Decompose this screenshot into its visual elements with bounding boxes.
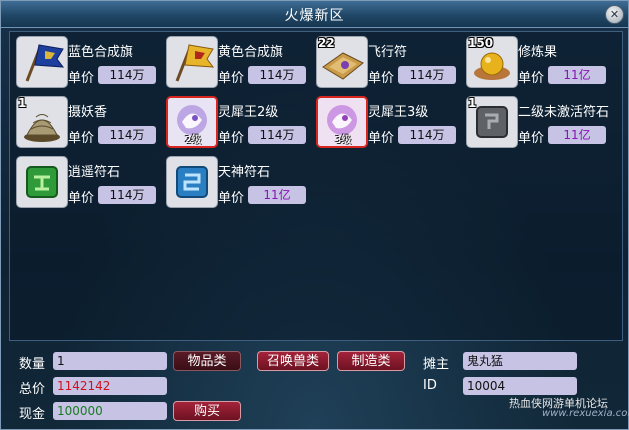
total-price-value: 1142142: [53, 377, 167, 395]
spirit-rhino-icon: 3级: [316, 96, 368, 148]
owner-label: 摊主: [423, 357, 450, 372]
level-badge: 3级: [335, 135, 352, 146]
green-runestone-icon: [16, 156, 68, 208]
blue-runestone-icon: [166, 156, 218, 208]
item-quantity: 150: [468, 36, 494, 50]
tab-items[interactable]: 物品类: [173, 351, 241, 371]
item-price: 114万: [248, 126, 306, 144]
item-slot-7[interactable]: 1 二级未激活符石 单价 11亿: [466, 96, 616, 156]
item-slot-9[interactable]: 天神符石 单价 11亿: [166, 156, 316, 216]
title-bar[interactable]: 火爆新区 ✕: [1, 1, 628, 28]
item-slot-8[interactable]: 逍遥符石 单价 114万: [16, 156, 166, 216]
item-grid: 蓝色合成旗 单价 114万 黄色合成旗 单价 114万 22 飞行符 单价 11…: [9, 31, 623, 341]
total-label: 总价: [19, 382, 46, 397]
price-label: 单价: [518, 71, 545, 86]
buy-button[interactable]: 购买: [173, 401, 241, 421]
id-label: ID: [423, 378, 437, 393]
item-slot-1[interactable]: 黄色合成旗 单价 114万: [166, 36, 316, 96]
price-label: 单价: [368, 131, 395, 146]
item-slot-0[interactable]: 蓝色合成旗 单价 114万: [16, 36, 166, 96]
cash-label: 现金: [19, 407, 46, 422]
item-name: 飞行符: [368, 45, 408, 60]
tab-pets[interactable]: 召唤兽类: [257, 351, 329, 371]
item-slot-2[interactable]: 22 飞行符 单价 114万: [316, 36, 466, 96]
item-price: 11亿: [548, 126, 606, 144]
item-slot-5[interactable]: 2级 灵犀王2级 单价 114万: [166, 96, 316, 156]
quantity-input[interactable]: 1: [53, 352, 167, 370]
item-slot-6[interactable]: 3级 灵犀王3级 单价 114万: [316, 96, 466, 156]
item-name: 灵犀王2级: [218, 105, 279, 120]
item-price: 114万: [98, 186, 156, 204]
price-label: 单价: [218, 191, 245, 206]
price-label: 单价: [218, 131, 245, 146]
item-name: 二级未激活符石: [518, 105, 610, 120]
item-quantity: 22: [318, 36, 335, 50]
cash-value: 100000: [53, 402, 167, 420]
owner-value: 鬼丸猛: [463, 352, 577, 370]
spirit-rhino-icon: 2级: [166, 96, 218, 148]
watermark-url: www.rexuexia.com: [542, 408, 629, 419]
item-name: 黄色合成旗: [218, 45, 284, 60]
item-quantity: 1: [468, 96, 477, 110]
item-price: 11亿: [548, 66, 606, 84]
tab-craft[interactable]: 制造类: [337, 351, 405, 371]
item-price: 114万: [98, 126, 156, 144]
blue-flag-icon: [16, 36, 68, 88]
yellow-flag-icon: [166, 36, 218, 88]
stall-window: 火爆新区 ✕ 蓝色合成旗 单价 114万 黄色合成旗 单价 114万 22 飞行…: [0, 0, 629, 430]
item-price: 114万: [398, 66, 456, 84]
window-title: 火爆新区: [284, 8, 345, 24]
item-price: 114万: [248, 66, 306, 84]
level-badge: 2级: [185, 135, 202, 146]
price-label: 单价: [368, 71, 395, 86]
item-name: 摄妖香: [68, 105, 108, 120]
quantity-label: 数量: [19, 357, 46, 372]
item-name: 蓝色合成旗: [68, 45, 134, 60]
item-price: 114万: [98, 66, 156, 84]
item-slot-3[interactable]: 150 修炼果 单价 11亿: [466, 36, 616, 96]
id-value: 10004: [463, 377, 577, 395]
item-slot-4[interactable]: 1 摄妖香 单价 114万: [16, 96, 166, 156]
close-icon[interactable]: ✕: [605, 5, 624, 24]
item-price: 114万: [398, 126, 456, 144]
item-name: 天神符石: [218, 165, 271, 180]
item-name: 修炼果: [518, 45, 558, 60]
price-label: 单价: [68, 71, 95, 86]
item-name: 逍遥符石: [68, 165, 121, 180]
price-label: 单价: [518, 131, 545, 146]
item-price: 11亿: [248, 186, 306, 204]
item-quantity: 1: [18, 96, 27, 110]
price-label: 单价: [68, 191, 95, 206]
price-label: 单价: [68, 131, 95, 146]
item-name: 灵犀王3级: [368, 105, 429, 120]
price-label: 单价: [218, 71, 245, 86]
